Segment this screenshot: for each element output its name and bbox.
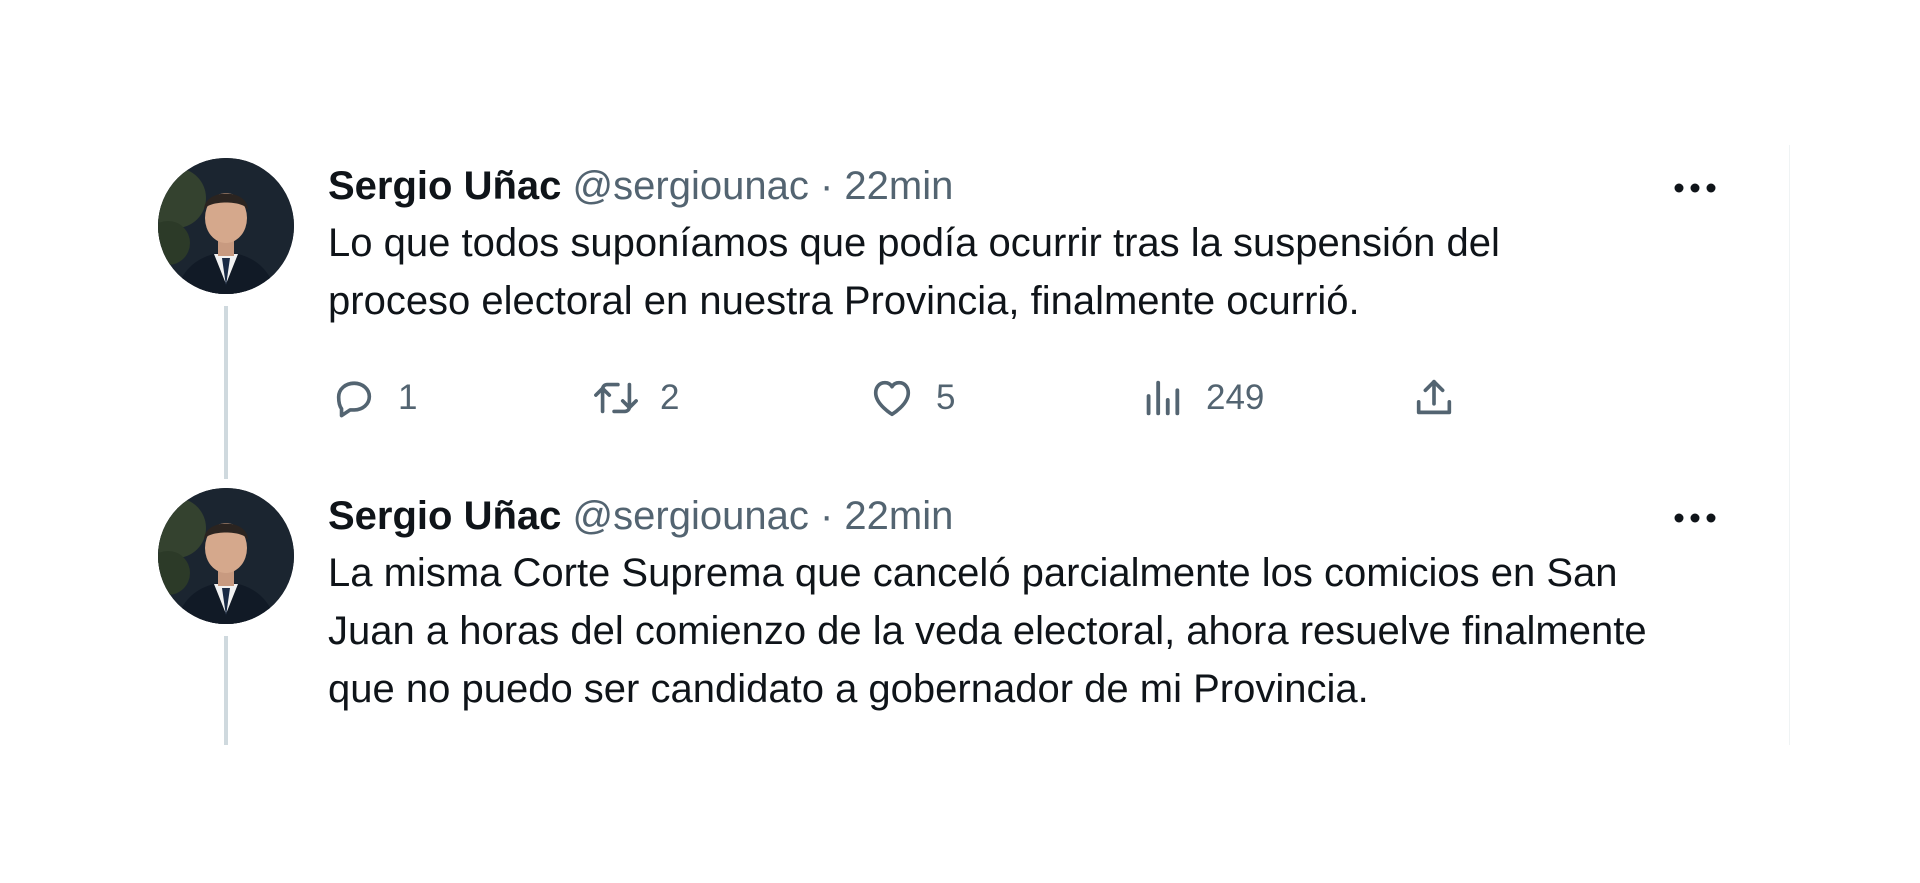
share-button[interactable]	[1408, 368, 1460, 428]
avatar[interactable]	[158, 158, 294, 294]
author-name[interactable]: Sergio Uñac	[328, 494, 561, 538]
tweet-content: Sergio Uñac @sergiounac · 22min La misma…	[328, 488, 1790, 718]
tweet-header: Sergio Uñac @sergiounac · 22min	[328, 158, 1790, 214]
retweet-count: 2	[660, 378, 680, 417]
author-name[interactable]: Sergio Uñac	[328, 164, 561, 208]
reply-icon	[328, 372, 380, 424]
tweet-header: Sergio Uñac @sergiounac · 22min	[328, 488, 1790, 544]
thread-connector	[224, 636, 228, 745]
author-handle[interactable]: @sergiounac	[573, 494, 809, 538]
avatar[interactable]	[158, 488, 294, 624]
views-icon	[1136, 372, 1188, 424]
separator-dot: ·	[819, 164, 834, 208]
like-button[interactable]: 5	[866, 368, 955, 428]
heart-icon	[866, 372, 918, 424]
tweet-text: Lo que todos suponíamos que podía ocurri…	[328, 221, 1500, 323]
thread-connector	[224, 306, 228, 479]
more-horizontal-icon	[1674, 513, 1716, 523]
tweet-thread: Sergio Uñac @sergiounac · 22min Lo que t…	[150, 145, 1790, 745]
tweet[interactable]: Sergio Uñac @sergiounac · 22min Lo que t…	[150, 158, 1790, 488]
reply-button[interactable]: 1	[328, 368, 417, 428]
tweet-content: Sergio Uñac @sergiounac · 22min Lo que t…	[328, 158, 1790, 418]
more-options-button[interactable]	[1670, 168, 1720, 208]
separator-dot: ·	[819, 494, 834, 538]
like-count: 5	[936, 378, 956, 417]
tweet[interactable]: Sergio Uñac @sergiounac · 22min La misma…	[150, 488, 1790, 745]
tweet-actions: 1 2 5 249	[328, 368, 1528, 428]
tweet-text: La misma Corte Suprema que canceló parci…	[328, 551, 1647, 711]
share-icon	[1408, 372, 1460, 424]
reply-count: 1	[398, 378, 418, 417]
author-handle[interactable]: @sergiounac	[573, 164, 809, 208]
more-options-button[interactable]	[1670, 498, 1720, 538]
more-horizontal-icon	[1674, 183, 1716, 193]
retweet-button[interactable]: 2	[590, 368, 679, 428]
views-button[interactable]: 249	[1136, 368, 1264, 428]
retweet-icon	[590, 372, 642, 424]
view-count: 249	[1206, 378, 1265, 417]
tweet-timestamp[interactable]: 22min	[844, 494, 953, 538]
tweet-timestamp[interactable]: 22min	[844, 164, 953, 208]
